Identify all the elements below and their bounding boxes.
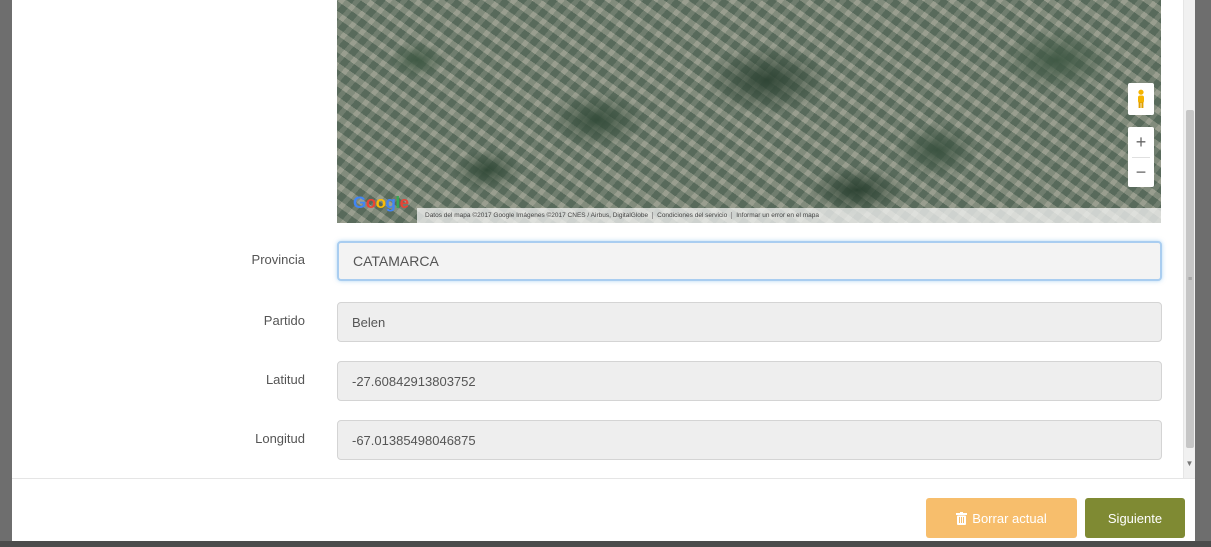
- map-data-credit: Datos del mapa ©2017 Google Imágenes ©20…: [421, 212, 654, 219]
- modal-body: + − Google Datos del mapa ©2017 Google I…: [12, 0, 1195, 478]
- backdrop-left: [0, 0, 12, 547]
- longitud-row: Longitud: [12, 420, 1195, 460]
- provincia-input[interactable]: [337, 241, 1162, 281]
- zoom-in-button[interactable]: +: [1128, 127, 1154, 157]
- scrollbar[interactable]: ≡ ▼: [1183, 0, 1195, 478]
- pegman-icon[interactable]: [1128, 83, 1154, 115]
- scrollbar-grip-icon: ≡: [1188, 276, 1193, 283]
- footer-divider: [12, 478, 1195, 479]
- modal-dialog: + − Google Datos del mapa ©2017 Google I…: [12, 0, 1195, 541]
- partido-input[interactable]: [337, 302, 1162, 342]
- latitud-input[interactable]: [337, 361, 1162, 401]
- map-attribution: Datos del mapa ©2017 Google Imágenes ©20…: [417, 208, 1161, 223]
- partido-row: Partido: [12, 302, 1195, 342]
- scroll-down-icon[interactable]: ▼: [1184, 458, 1195, 470]
- longitud-input[interactable]: [337, 420, 1162, 460]
- backdrop-right: [1195, 0, 1211, 547]
- partido-label: Partido: [263, 313, 305, 328]
- latitud-row: Latitud: [12, 361, 1195, 401]
- terms-link[interactable]: Condiciones del servicio: [653, 212, 733, 219]
- google-logo[interactable]: Google: [353, 193, 409, 213]
- map-view[interactable]: + − Google Datos del mapa ©2017 Google I…: [337, 0, 1161, 223]
- provincia-row: Provincia: [12, 241, 1195, 281]
- latitud-label: Latitud: [265, 372, 305, 387]
- delete-current-button[interactable]: Borrar actual: [926, 498, 1077, 538]
- trash-icon: [956, 511, 968, 525]
- backdrop-bottom: [0, 541, 1211, 547]
- next-button[interactable]: Siguiente: [1085, 498, 1185, 538]
- zoom-out-button[interactable]: −: [1128, 157, 1154, 187]
- longitud-label: Longitud: [255, 431, 305, 446]
- zoom-control: + −: [1128, 127, 1154, 187]
- provincia-label: Provincia: [251, 252, 305, 267]
- delete-current-label: Borrar actual: [972, 510, 1047, 526]
- report-error-link[interactable]: Informar un error en el mapa: [732, 212, 823, 219]
